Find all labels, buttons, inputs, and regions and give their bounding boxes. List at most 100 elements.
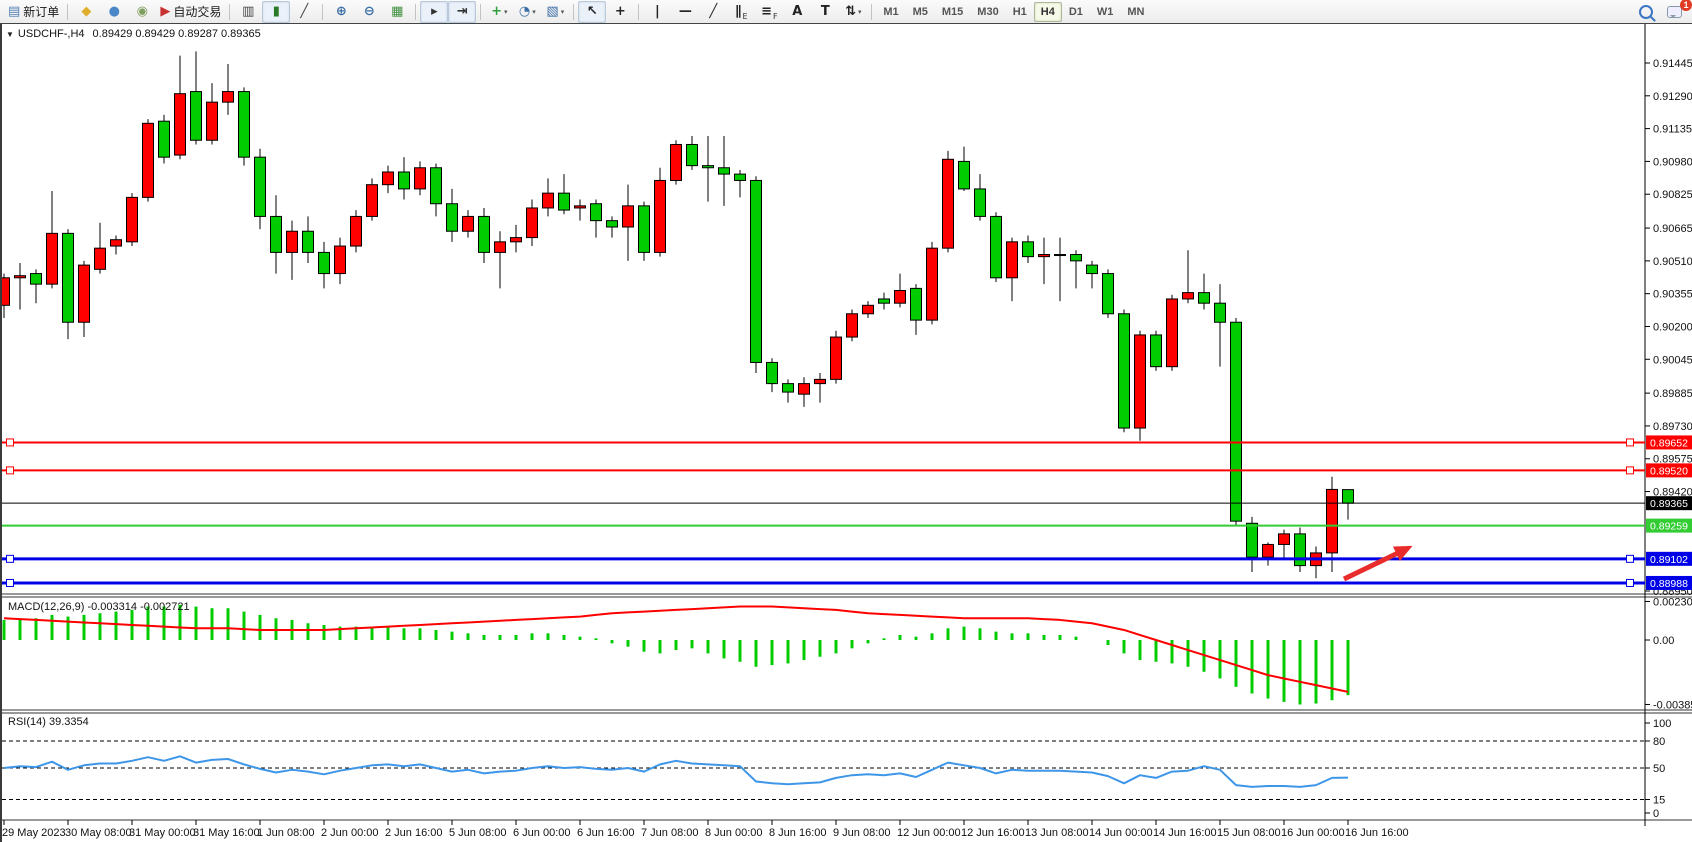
candle-body — [607, 221, 618, 227]
timeframe-H4-button[interactable]: H4 — [1034, 2, 1062, 22]
line-handle[interactable] — [7, 579, 14, 586]
dropdown-arrow-icon: ▾ — [858, 2, 862, 22]
candle-body — [655, 180, 666, 252]
horizontal-line-button[interactable]: — — [671, 1, 699, 23]
line-handle[interactable] — [1627, 467, 1634, 474]
line-chart-mode-button[interactable]: ╱ — [290, 1, 318, 23]
templates-button[interactable]: ▧▾ — [541, 1, 569, 23]
timeframe-W1-button[interactable]: W1 — [1090, 2, 1121, 22]
svg-text:15 Jun 08:00: 15 Jun 08:00 — [1217, 827, 1281, 839]
candle-body — [623, 206, 634, 227]
timeframe-D1-button[interactable]: D1 — [1062, 2, 1090, 22]
bar-chart-icon: ▥ — [242, 2, 254, 22]
search-button[interactable] — [1632, 1, 1660, 23]
candle-body — [1151, 335, 1162, 367]
auto-trading-button[interactable]: ▶自动交易 — [156, 1, 225, 23]
toolbar-separator — [415, 4, 416, 20]
indicators-button[interactable]: +▾ — [485, 1, 513, 23]
candle-body — [415, 168, 426, 189]
publisher-icon[interactable]: ● — [100, 1, 128, 23]
candle-body — [303, 231, 314, 252]
svg-text:2 Jun 16:00: 2 Jun 16:00 — [385, 827, 443, 839]
line-handle[interactable] — [1627, 555, 1634, 562]
cursor-icon: ↖ — [587, 2, 598, 22]
timeframe-H1-button[interactable]: H1 — [1006, 2, 1034, 22]
auto-trading-icon: ▶ — [160, 2, 170, 22]
candle-body — [943, 159, 954, 248]
channel-button[interactable]: ∥E — [727, 1, 755, 23]
chart-title: ▼USDCHF-,H40.89429 0.89429 0.89287 0.893… — [6, 28, 261, 40]
history-icon[interactable]: ◆ — [72, 1, 100, 23]
candle-body — [15, 276, 26, 278]
trendline-button[interactable]: ╱ — [699, 1, 727, 23]
cursor-button[interactable]: ↖ — [578, 1, 606, 23]
template-icon: ▧ — [546, 2, 558, 22]
candle-body — [1135, 335, 1146, 428]
crosshair-button[interactable]: + — [606, 1, 634, 23]
line-handle[interactable] — [7, 555, 14, 562]
text-label-button[interactable]: T — [811, 1, 839, 23]
zoom-in-button[interactable]: ⊕ — [327, 1, 355, 23]
icon-subscript: F — [773, 12, 778, 22]
dropdown-arrow-icon: ▾ — [504, 2, 508, 22]
chart-canvas[interactable]: 0.914450.912900.911350.909800.908250.906… — [0, 0, 1692, 842]
candle-body — [399, 172, 410, 189]
timeframe-M5-button[interactable]: M5 — [906, 2, 935, 22]
svg-text:0.90045: 0.90045 — [1653, 354, 1692, 366]
timeframe-M30-button[interactable]: M30 — [970, 2, 1005, 22]
pane-dividers — [0, 594, 1692, 820]
candle-body — [1055, 255, 1066, 256]
timeframe-MN-button[interactable]: MN — [1120, 2, 1151, 22]
candle-body — [1071, 255, 1082, 261]
candle-body — [1183, 293, 1194, 299]
svg-text:29 May 2023: 29 May 2023 — [2, 827, 66, 839]
candle-body — [447, 204, 458, 232]
new-order-button[interactable]: ▤新订单 — [4, 1, 63, 23]
window-left-border — [0, 24, 2, 842]
line-handle[interactable] — [7, 439, 14, 446]
candle-body — [319, 252, 330, 273]
candle-body — [1215, 303, 1226, 322]
auto-scroll-button[interactable]: ▸ — [420, 1, 448, 23]
trend-arrow[interactable] — [1344, 546, 1413, 579]
time-axis: 29 May 202330 May 08:0031 May 00:0031 Ma… — [2, 820, 1409, 839]
candle-body — [735, 174, 746, 180]
candle-body — [1295, 534, 1306, 566]
tile-windows-button[interactable]: ▦ — [383, 1, 411, 23]
macd-histogram — [4, 605, 1348, 705]
candle-body — [831, 337, 842, 379]
periods-button[interactable]: ◔▾ — [513, 1, 541, 23]
text-button[interactable]: A — [783, 1, 811, 23]
candle-body — [431, 168, 442, 204]
candle-body — [1343, 490, 1354, 504]
candle-body — [143, 123, 154, 197]
indicators-icon: + — [491, 2, 502, 22]
zoom-out-button[interactable]: ⊖ — [355, 1, 383, 23]
notifications-button[interactable]: 1 — [1660, 1, 1688, 23]
new-order-button-label: 新订单 — [23, 2, 59, 22]
notification-badge: 1 — [1680, 0, 1692, 11]
timeframe-M1-button[interactable]: M1 — [876, 2, 905, 22]
fibonacci-button[interactable]: ≡F — [755, 1, 783, 23]
arrow-objects-icon: ⇅ — [845, 2, 856, 22]
arrow-objects-button[interactable]: ⇅▾ — [839, 1, 867, 23]
signals-icon[interactable]: ◉ — [128, 1, 156, 23]
candlestick-mode-button[interactable]: ▮ — [262, 1, 290, 23]
candle-body — [703, 166, 714, 168]
chart-shift-button[interactable]: ⇥ — [448, 1, 476, 23]
line-handle[interactable] — [1627, 579, 1634, 586]
candle-body — [591, 204, 602, 221]
svg-text:0.90510: 0.90510 — [1653, 256, 1692, 268]
timeframe-M15-button[interactable]: M15 — [935, 2, 970, 22]
candle-body — [271, 216, 282, 252]
svg-text:0.90665: 0.90665 — [1653, 223, 1692, 235]
chevron-down-icon[interactable]: ▼ — [6, 30, 14, 39]
line-handle[interactable] — [7, 467, 14, 474]
vertical-line-button[interactable]: | — [643, 1, 671, 23]
toolbar-separator — [573, 4, 574, 20]
line-handle[interactable] — [1627, 439, 1634, 446]
search-icon — [1639, 5, 1653, 19]
svg-text:7 Jun 08:00: 7 Jun 08:00 — [641, 827, 699, 839]
bar-chart-mode-button[interactable]: ▥ — [234, 1, 262, 23]
zoom-in-icon: ⊕ — [336, 2, 347, 22]
